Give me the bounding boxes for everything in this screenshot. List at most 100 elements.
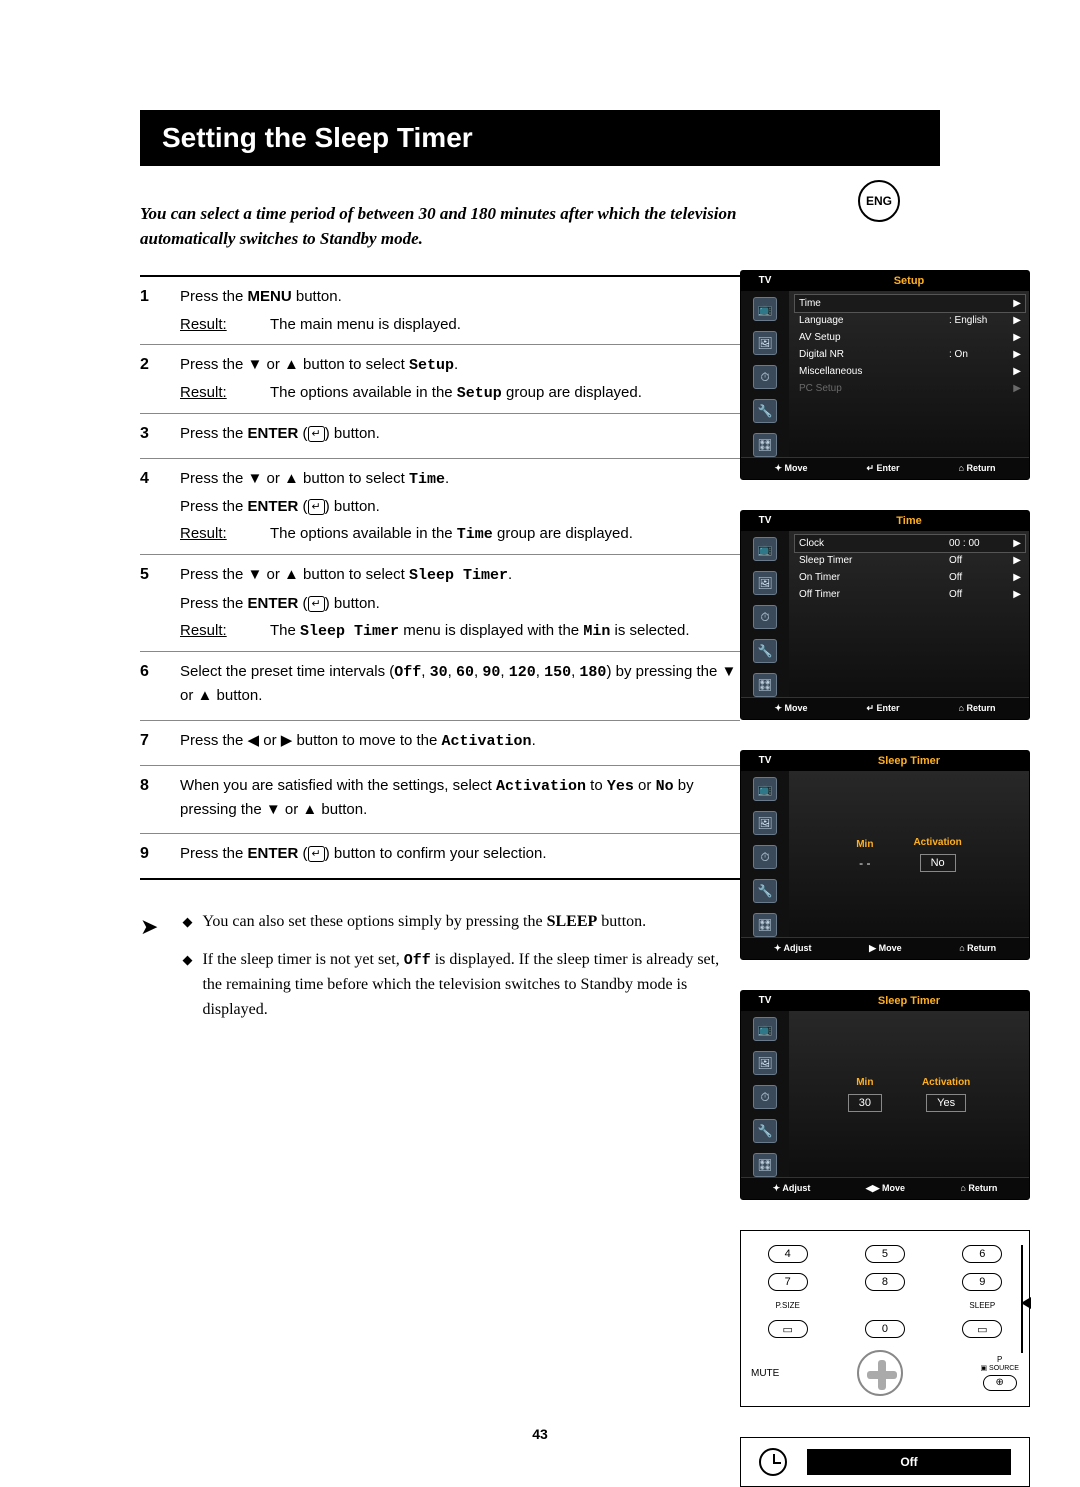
sleep-activation-value: No: [920, 854, 956, 872]
step-number: 3: [140, 422, 180, 449]
osd-footer: ✦ Move↵ Enter⌂ Return: [741, 697, 1029, 719]
osd-menu-row: Off TimerOff▶: [799, 586, 1021, 603]
sleep-activation-label: Activation: [922, 1077, 970, 1088]
osd-tv-label: TV: [741, 751, 789, 771]
tip-arrow-icon: ➤: [140, 910, 158, 1037]
osd-title: Setup: [789, 271, 1029, 291]
osd-menu-row: Clock00 : 00▶: [795, 535, 1025, 552]
step-number: 7: [140, 729, 180, 757]
section-title: Setting the Sleep Timer: [140, 110, 1000, 166]
step-result: Result:The options available in the Time…: [180, 522, 740, 546]
step-line: Press the ◀ or ▶ button to move to the A…: [180, 729, 740, 753]
osd-sidebar-icons: 📺🖼⏱🔧🎛: [741, 291, 789, 457]
osd-footer: ✦ Adjust▶ Move⌂ Return: [741, 937, 1029, 959]
remote-button: 5: [865, 1245, 905, 1263]
remote-button: ▭: [962, 1320, 1002, 1338]
remote-button: 0: [865, 1320, 905, 1338]
step-number: 6: [140, 660, 180, 712]
step-row: 6Select the preset time intervals (Off, …: [140, 652, 740, 721]
osd-menu-icon: 🎛: [753, 433, 777, 457]
step-line: Press the ENTER (↵) button.: [180, 592, 740, 615]
osd-menu-icon: 🔧: [753, 399, 777, 423]
osd-menu-row: PC Setup▶: [799, 380, 1021, 397]
remote-button: ▭: [768, 1320, 808, 1338]
osd-time-rows: Clock00 : 00▶Sleep TimerOff▶On TimerOff▶…: [789, 531, 1029, 697]
sleep-min-label: Min: [848, 1077, 882, 1088]
step-row: 8When you are satisfied with the setting…: [140, 766, 740, 835]
osd-menu-icon: 📺: [753, 297, 777, 321]
osd-menu-row: Sleep TimerOff▶: [799, 552, 1021, 569]
osd-title: Time: [789, 511, 1029, 531]
remote-button-label: P.SIZE: [776, 1301, 800, 1310]
step-line: Press the ▼ or ▲ button to select Sleep …: [180, 563, 740, 587]
osd-menu-icon: 🔧: [753, 1119, 777, 1143]
dpad-icon: [857, 1350, 903, 1396]
remote-button-label: SLEEP: [969, 1301, 995, 1310]
intro-text: You can select a time period of between …: [140, 202, 740, 251]
callout-arrow-icon: [1021, 1297, 1031, 1309]
osd-footer-hint: ✦ Move: [774, 703, 807, 714]
osd-title: Sleep Timer: [789, 991, 1029, 1011]
step-body: Press the ▼ or ▲ button to select Sleep …: [180, 563, 740, 643]
mute-label: MUTE: [751, 1368, 779, 1379]
step-row: 4Press the ▼ or ▲ button to select Time.…: [140, 459, 740, 556]
osd-menu-row: Language: English▶: [799, 312, 1021, 329]
step-row: 9Press the ENTER (↵) button to confirm y…: [140, 834, 740, 879]
osd-footer: ✦ Move↵ Enter⌂ Return: [741, 457, 1029, 479]
osd-menu-row: Time▶: [795, 295, 1025, 312]
step-line: Press the ▼ or ▲ button to select Setup.: [180, 353, 740, 377]
step-line: Press the ▼ or ▲ button to select Time.: [180, 467, 740, 491]
osd-setup-panel: TV Setup 📺🖼⏱🔧🎛 Time▶Language: English▶AV…: [740, 270, 1030, 480]
language-badge: ENG: [858, 180, 900, 222]
tip-item: If the sleep timer is not yet set, Off i…: [182, 948, 740, 1022]
osd-menu-icon: 🔧: [753, 879, 777, 903]
step-body: Press the ◀ or ▶ button to move to the A…: [180, 729, 740, 757]
osd-menu-icon: ⏱: [753, 605, 777, 629]
osd-menu-icon: 🖼: [753, 571, 777, 595]
source-label: ▣ SOURCE: [980, 1365, 1019, 1373]
step-row: 2Press the ▼ or ▲ button to select Setup…: [140, 345, 740, 415]
osd-menu-icon: ⏱: [753, 365, 777, 389]
tips-list: You can also set these options simply by…: [182, 910, 740, 1037]
osd-menu-icon: 🔧: [753, 639, 777, 663]
remote-button: 9: [962, 1273, 1002, 1291]
osd-sidebar-icons: 📺🖼⏱🔧🎛: [741, 771, 789, 937]
osd-footer-hint: ⌂ Return: [959, 703, 996, 714]
osd-sidebar-icons: 📺🖼⏱🔧🎛: [741, 531, 789, 697]
osd-sidebar-icons: 📺🖼⏱🔧🎛: [741, 1011, 789, 1177]
sleep-activation-value: Yes: [926, 1094, 966, 1112]
step-result: Result:The options available in the Setu…: [180, 381, 740, 405]
osd-menu-icon: 🎛: [753, 913, 777, 937]
sleep-activation-label: Activation: [913, 837, 961, 848]
osd-footer-hint: ⌂ Return: [960, 1183, 997, 1194]
remote-button: 8: [865, 1273, 905, 1291]
osd-setup-rows: Time▶Language: English▶AV Setup▶Digital …: [789, 291, 1029, 457]
osd-menu-row: AV Setup▶: [799, 329, 1021, 346]
osd-title: Sleep Timer: [789, 751, 1029, 771]
step-number: 5: [140, 563, 180, 643]
osd-time-panel: TV Time 📺🖼⏱🔧🎛 Clock00 : 00▶Sleep TimerOf…: [740, 510, 1030, 720]
step-body: When you are satisfied with the settings…: [180, 774, 740, 826]
steps-list: 1Press the MENU button.Result:The main m…: [140, 275, 740, 879]
osd-tv-label: TV: [741, 271, 789, 291]
step-body: Press the MENU button.Result:The main me…: [180, 285, 740, 336]
step-line: Press the ENTER (↵) button.: [180, 495, 740, 518]
osd-footer-hint: ✦ Adjust: [774, 943, 812, 954]
osd-menu-icon: ⏱: [753, 845, 777, 869]
step-line: Select the preset time intervals (Off, 3…: [180, 660, 740, 708]
step-body: Press the ENTER (↵) button to confirm yo…: [180, 842, 740, 869]
osd-footer-hint: ▶ Move: [869, 943, 901, 954]
step-number: 9: [140, 842, 180, 869]
step-line: Press the MENU button.: [180, 285, 740, 308]
source-button: ⊕: [983, 1375, 1017, 1391]
sleep-min-label: Min: [856, 839, 873, 850]
step-number: 4: [140, 467, 180, 547]
step-line: Press the ENTER (↵) button to confirm yo…: [180, 842, 740, 865]
remote-button: 4: [768, 1245, 808, 1263]
step-row: 5Press the ▼ or ▲ button to select Sleep…: [140, 555, 740, 652]
tips-block: ➤ You can also set these options simply …: [140, 910, 740, 1037]
osd-menu-icon: 📺: [753, 777, 777, 801]
osd-tv-label: TV: [741, 511, 789, 531]
step-number: 1: [140, 285, 180, 336]
step-row: 3Press the ENTER (↵) button.: [140, 414, 740, 458]
